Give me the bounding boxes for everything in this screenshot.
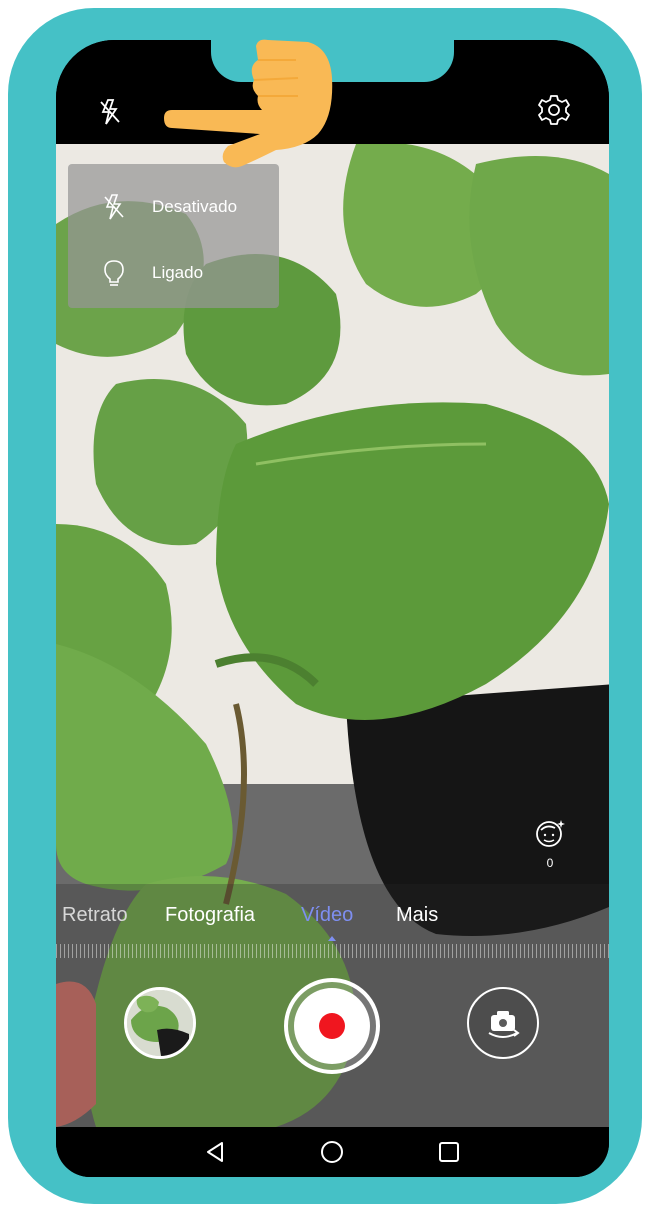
bulb-icon: [104, 260, 124, 286]
mode-fotografia[interactable]: Fotografia: [165, 904, 255, 927]
camera-viewfinder[interactable]: Desativado Ligado 0 Retrato Fotografia V…: [56, 144, 609, 1127]
gear-icon[interactable]: [534, 90, 574, 130]
mode-video[interactable]: Vídeo: [301, 904, 353, 927]
flash-option-off[interactable]: Desativado: [68, 180, 279, 234]
home-circle-icon[interactable]: [318, 1138, 346, 1166]
flash-option-off-label: Desativado: [152, 197, 238, 216]
gallery-preview-image: [127, 990, 193, 1056]
beauty-level: 0: [546, 856, 554, 870]
back-triangle-icon[interactable]: [202, 1138, 230, 1166]
gallery-thumbnail[interactable]: [124, 987, 196, 1059]
flash-option-on[interactable]: Ligado: [68, 246, 279, 300]
flash-option-on-label: Ligado: [152, 263, 204, 282]
mode-mais[interactable]: Mais: [396, 904, 438, 927]
active-mode-indicator: [328, 936, 336, 941]
flash-off-icon: [104, 194, 124, 220]
flash-mode-menu: Desativado Ligado: [68, 164, 279, 308]
system-nav-bar: [56, 1127, 609, 1177]
beauty-button[interactable]: 0: [530, 816, 570, 872]
mode-retrato[interactable]: Retrato: [62, 904, 128, 927]
switch-camera-button[interactable]: [467, 987, 539, 1059]
beauty-face-icon: [536, 820, 565, 847]
switch-camera-icon: [488, 1011, 520, 1038]
recents-square-icon[interactable]: [435, 1138, 463, 1166]
flash-off-icon[interactable]: [90, 92, 130, 132]
phone-screen: Desativado Ligado 0 Retrato Fotografia V…: [56, 40, 609, 1177]
pointing-hand-icon: [164, 39, 333, 168]
record-button[interactable]: [284, 978, 380, 1074]
record-icon: [319, 1013, 345, 1039]
record-button-inner: [294, 988, 370, 1064]
zoom-ticks: [56, 944, 609, 958]
